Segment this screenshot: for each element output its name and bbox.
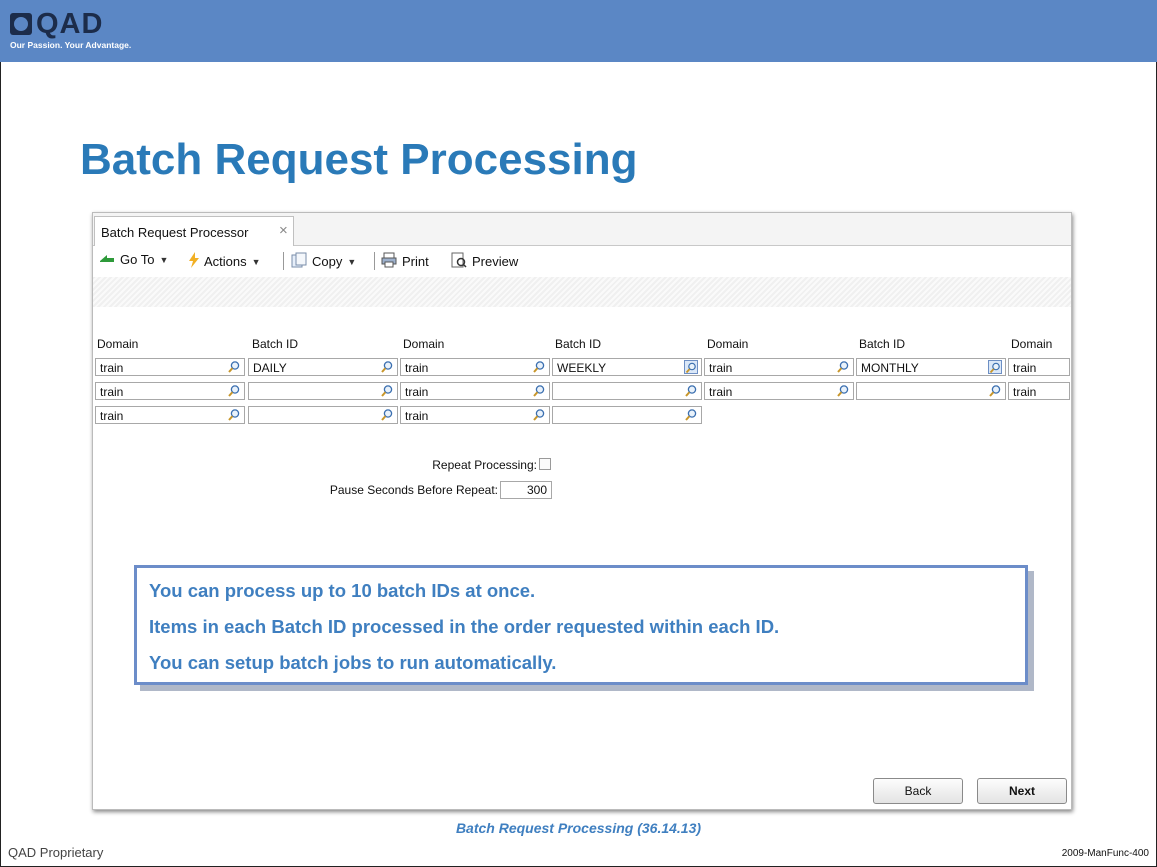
domain-field[interactable]: train [400,406,550,424]
chevron-down-icon: ▼ [251,256,261,267]
actions-button[interactable]: Actions ▼ [189,252,261,271]
domain-field[interactable]: train [1008,358,1070,376]
pause-seconds-field[interactable]: 300 [500,481,552,499]
batch-id-field[interactable] [552,406,702,424]
page-title: Batch Request Processing [80,135,638,184]
magnifier-icon[interactable] [532,408,546,422]
magnifier-icon[interactable] [380,360,394,374]
chevron-down-icon: ▼ [347,256,357,267]
column-label-domain: Domain [97,337,139,351]
column-label-batch-id: Batch ID [555,337,602,351]
column-label-domain: Domain [707,337,749,351]
magnifier-icon[interactable] [836,360,850,374]
header-band [93,277,1071,307]
column-label-domain: Domain [1011,337,1053,351]
close-icon[interactable]: × [279,222,288,239]
toolbar-divider [283,252,284,270]
tab-label: Batch Request Processor [101,225,249,240]
domain-field[interactable]: train [400,358,550,376]
repeat-processing-checkbox[interactable] [539,458,551,470]
domain-field[interactable]: train [1008,382,1070,400]
callout-line: You can process up to 10 batch IDs at on… [149,580,536,601]
copy-button[interactable]: Copy ▼ [291,252,356,271]
batch-id-field[interactable] [856,382,1006,400]
pause-seconds-label: Pause Seconds Before Repeat: [329,483,498,497]
callout-line: You can setup batch jobs to run automati… [149,652,557,673]
magnifier-icon[interactable] [227,360,241,374]
toolbar-divider [374,252,375,270]
domain-field[interactable]: train [704,358,854,376]
lightning-icon [189,252,199,271]
magnifier-icon[interactable] [684,408,698,422]
header-bar: QAD Our Passion. Your Advantage. [0,0,1157,62]
callout-box: You can process up to 10 batch IDs at on… [134,565,1028,685]
column-label-batch-id: Batch ID [859,337,906,351]
preview-icon [451,252,467,271]
batch-id-field[interactable] [552,382,702,400]
logo-text: QAD [36,8,104,40]
magnifier-icon[interactable] [988,384,1002,398]
magnifier-icon[interactable] [988,360,1002,374]
app-window: Batch Request Processor × Go To ▼ Action… [92,212,1072,810]
print-button[interactable]: Print [381,252,429,271]
figure-caption: Batch Request Processing (36.14.13) [455,820,702,836]
footer-proprietary: QAD Proprietary [8,845,104,860]
chevron-down-icon: ▼ [159,254,169,265]
magnifier-icon[interactable] [532,360,546,374]
magnifier-icon[interactable] [684,384,698,398]
qad-logo-icon [10,13,32,35]
arrow-go-icon [99,252,115,267]
toolbar: Go To ▼ Actions ▼ Copy ▼ Print Preview [93,246,1071,276]
tab-batch-request-processor[interactable]: Batch Request Processor × [94,216,294,246]
batch-id-field[interactable]: DAILY [248,358,398,376]
tab-strip: Batch Request Processor × [93,213,1071,246]
footer-slide-id: 2009-ManFunc-400 [1061,848,1149,859]
magnifier-icon[interactable] [532,384,546,398]
preview-button[interactable]: Preview [451,252,518,271]
printer-icon [381,252,397,271]
goto-button[interactable]: Go To ▼ [99,252,168,267]
callout-line: Items in each Batch ID processed in the … [149,616,780,637]
batch-id-field[interactable] [248,382,398,400]
repeat-processing-label: Repeat Processing: [432,458,537,472]
domain-field[interactable]: train [95,406,245,424]
magnifier-icon[interactable] [380,384,394,398]
magnifier-icon[interactable] [227,384,241,398]
batch-id-field[interactable] [248,406,398,424]
magnifier-icon[interactable] [380,408,394,422]
domain-field[interactable]: train [400,382,550,400]
column-label-domain: Domain [403,337,445,351]
magnifier-icon[interactable] [227,408,241,422]
domain-field[interactable]: train [704,382,854,400]
batch-id-field[interactable]: WEEKLY [552,358,702,376]
magnifier-icon[interactable] [684,360,698,374]
tagline: Our Passion. Your Advantage. [10,40,132,50]
batch-id-field[interactable]: MONTHLY [856,358,1006,376]
copy-icon [291,252,307,271]
back-button[interactable]: Back [873,778,963,804]
column-label-batch-id: Batch ID [252,337,299,351]
domain-field[interactable]: train [95,382,245,400]
magnifier-icon[interactable] [836,384,850,398]
next-button[interactable]: Next [977,778,1067,804]
domain-field[interactable]: train [95,358,245,376]
